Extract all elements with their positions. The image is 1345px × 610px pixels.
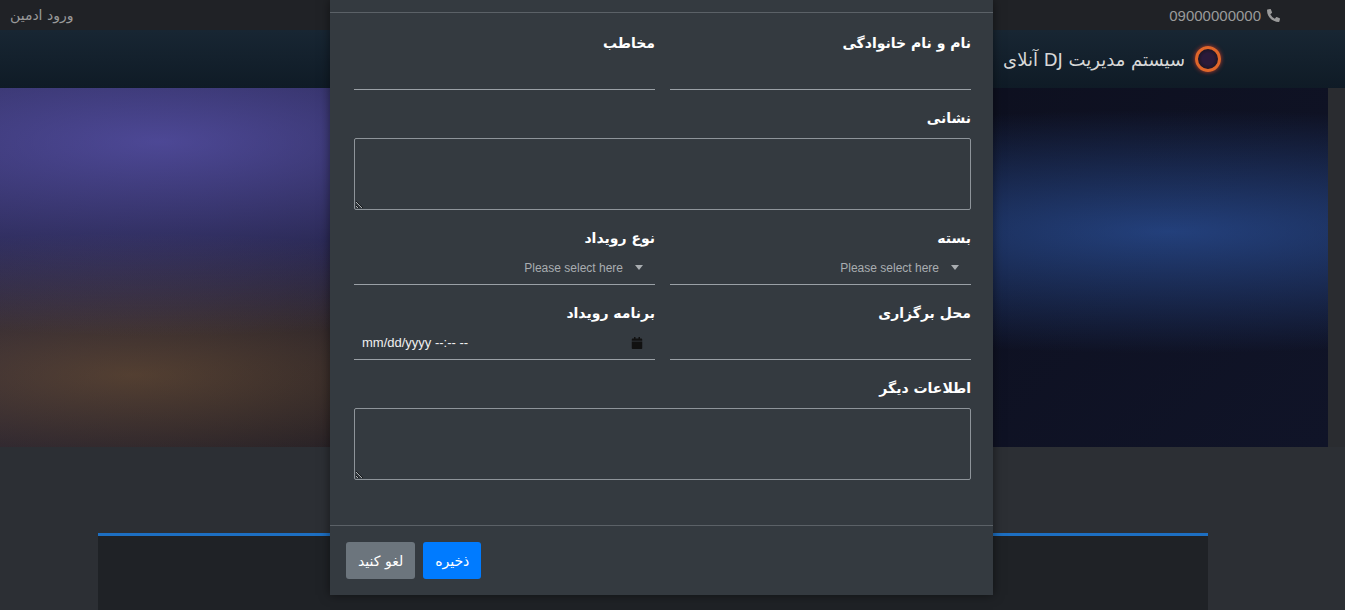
text-field[interactable] [670, 56, 971, 90]
field-label: مخاطب [354, 31, 655, 55]
text-field[interactable] [670, 326, 971, 360]
field-label: نام و نام خانوادگی [670, 31, 971, 55]
modal-body: نام و نام خانوادگی مخاطب نشانی بسته Please s… [330, 13, 993, 526]
caret-down-icon [635, 265, 643, 270]
form-row: نشانی [354, 106, 971, 210]
form-row: بسته Please select here نوع رویداد Please s… [354, 226, 971, 285]
field-label: اطلاعات دیگر [354, 376, 971, 400]
admin-login-link[interactable]: ورود ادمین [10, 7, 73, 23]
select-field[interactable]: Please select here [670, 251, 971, 285]
select-placeholder: Please select here [840, 261, 939, 275]
form-field: برنامه رویداد mm/dd/yyyy --:-- -- [354, 301, 655, 360]
form-field: مخاطب [354, 31, 655, 90]
field-label: بسته [670, 226, 971, 250]
select-field[interactable]: Please select here [354, 251, 655, 285]
phone-icon [1267, 9, 1280, 22]
datetime-field[interactable]: mm/dd/yyyy --:-- -- [354, 326, 655, 360]
form-field: محل برگزاری [670, 301, 971, 360]
select-placeholder: Please select here [524, 261, 623, 275]
form-field: نشانی [354, 106, 971, 210]
form-row: نام و نام خانوادگی مخاطب [354, 31, 971, 90]
page: ورود ادمین 09000000000 سیستم مدیریت DJ آنل… [0, 0, 1345, 610]
textarea-field[interactable] [354, 408, 971, 480]
text-field[interactable] [354, 56, 655, 90]
caret-down-icon [951, 265, 959, 270]
modal-header [330, 0, 993, 13]
cancel-button[interactable]: لغو کنید [346, 542, 415, 579]
field-label: محل برگزاری [670, 301, 971, 325]
hero-gutter [1328, 88, 1345, 447]
form-row: اطلاعات دیگر [354, 376, 971, 480]
phone-number: 09000000000 [1169, 7, 1280, 24]
save-button[interactable]: ذخیره [423, 542, 481, 579]
field-label: نوع رویداد [354, 226, 655, 250]
field-label: برنامه رویداد [354, 301, 655, 325]
form-field: نوع رویداد Please select here [354, 226, 655, 285]
form-field: بسته Please select here [670, 226, 971, 285]
brand-title[interactable]: سیستم مدیریت DJ آنلای [1003, 49, 1185, 70]
field-label: نشانی [354, 106, 971, 130]
brand-logo-icon[interactable] [1195, 46, 1221, 72]
form-field: اطلاعات دیگر [354, 376, 971, 480]
modal-footer: ذخیرهلغو کنید [330, 526, 993, 595]
form-row: محل برگزاری برنامه رویداد mm/dd/yyyy --:--… [354, 301, 971, 360]
textarea-field[interactable] [354, 138, 971, 210]
booking-modal: نام و نام خانوادگی مخاطب نشانی بسته Please s… [330, 0, 993, 595]
form-field: نام و نام خانوادگی [670, 31, 971, 90]
calendar-icon[interactable] [631, 337, 643, 349]
datetime-placeholder: mm/dd/yyyy --:-- -- [362, 335, 468, 350]
